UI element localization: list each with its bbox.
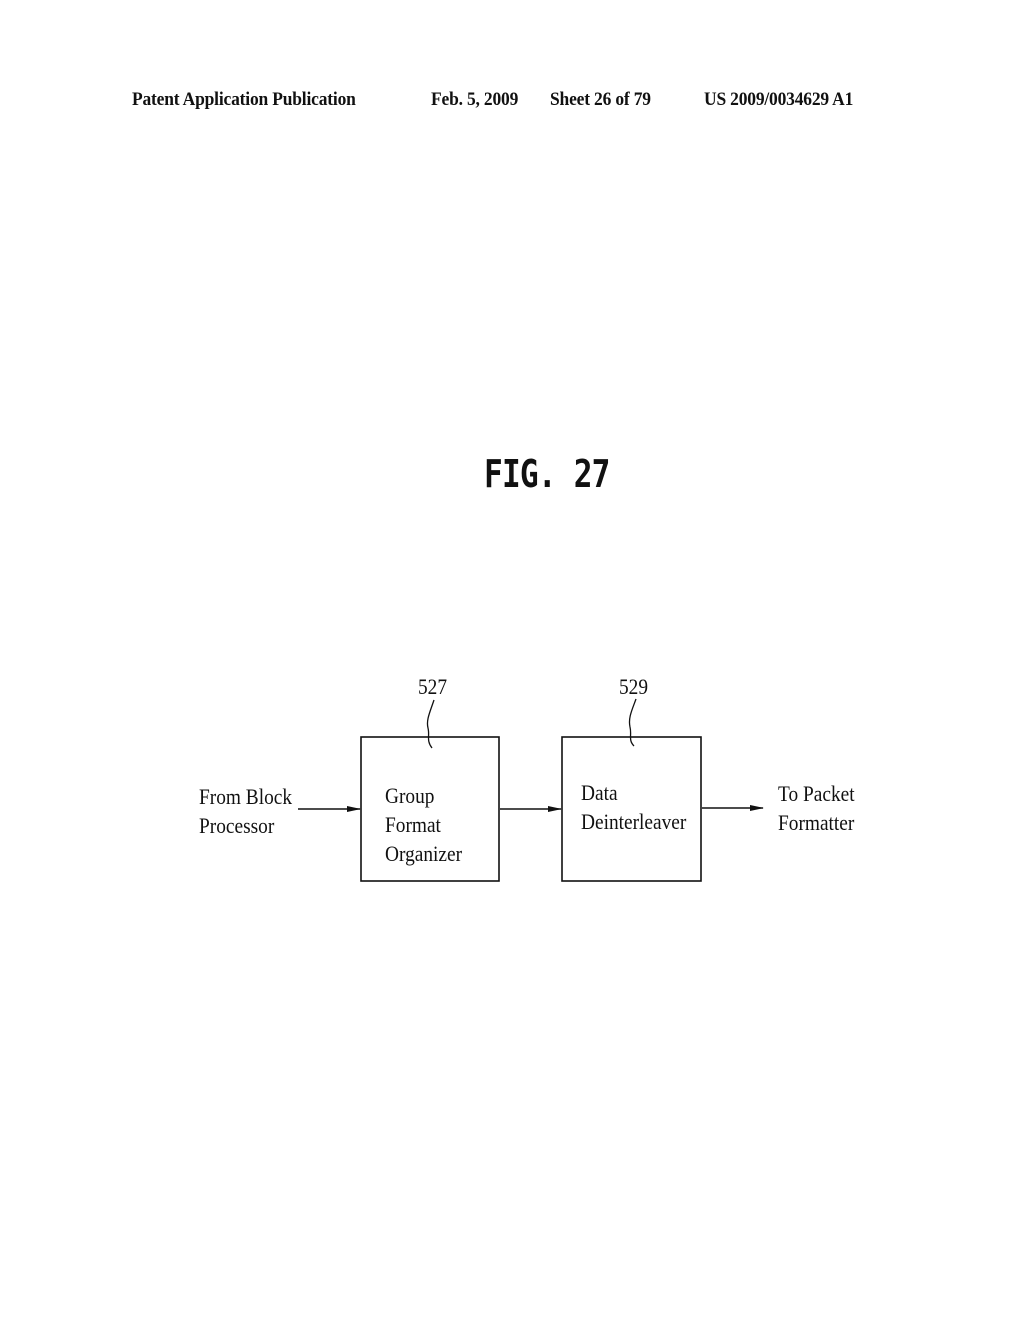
ref-527-leader <box>426 699 435 749</box>
output-label-line1: To Packet <box>778 781 855 806</box>
ref-529-leader <box>628 698 637 747</box>
block-diagram <box>298 698 764 882</box>
block-527-line3: Organizer <box>385 841 463 866</box>
input-label-line2: Processor <box>199 813 275 838</box>
ref-number-529: 529 <box>619 674 649 699</box>
block-527-line2: Format <box>385 812 441 837</box>
block-529-line1: Data <box>581 780 618 805</box>
block-529-line2: Deinterleaver <box>581 809 687 834</box>
block-527-line1: Group <box>385 783 435 808</box>
input-label-line1: From Block <box>199 784 293 809</box>
output-label-line2: Formatter <box>778 810 855 835</box>
ref-number-527: 527 <box>418 674 448 699</box>
